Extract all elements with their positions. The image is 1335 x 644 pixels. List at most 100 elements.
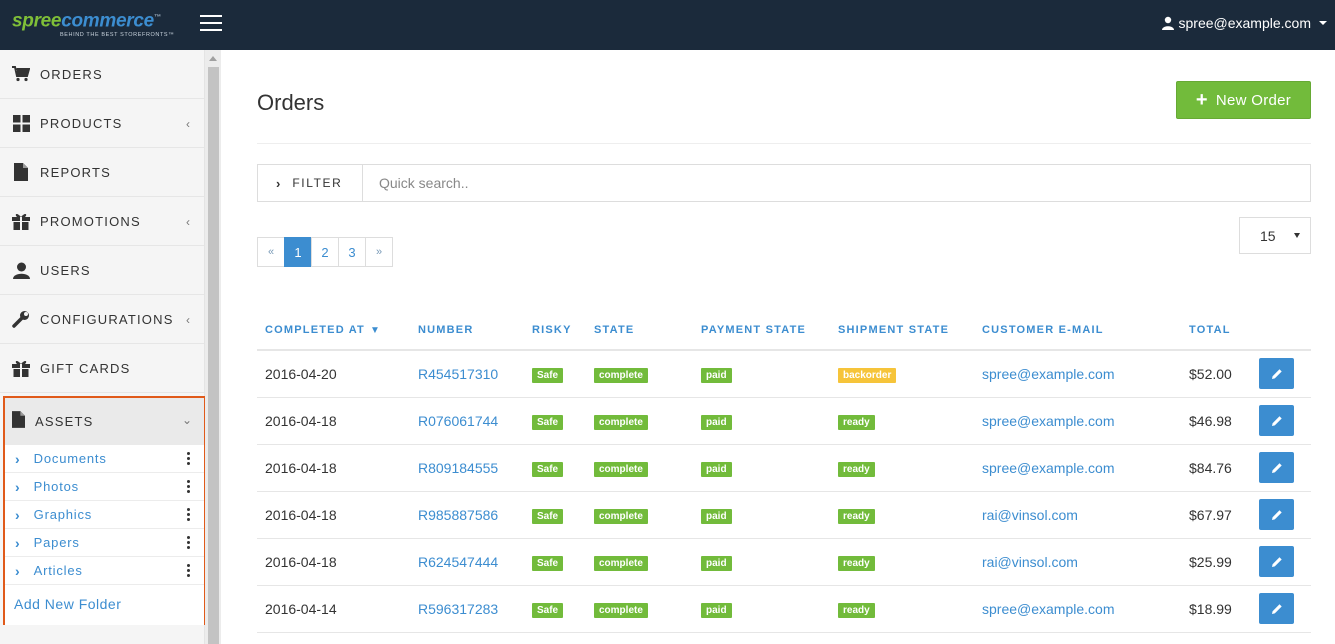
customer-email-link[interactable]: rai@vinsol.com [982, 554, 1078, 570]
quick-search-input[interactable] [363, 165, 1310, 201]
risky-cell: Safe [524, 397, 586, 445]
kebab-menu-icon[interactable] [187, 452, 190, 467]
chevron-right-icon: › [15, 478, 20, 495]
pencil-icon [1271, 509, 1282, 520]
edit-order-button[interactable] [1259, 499, 1294, 530]
orders-table: COMPLETED AT ▼ NUMBER RISKY STATE PAYMENT… [257, 310, 1311, 633]
state-cell: complete [586, 350, 693, 398]
risky-badge: Safe [532, 555, 564, 571]
kebab-menu-icon[interactable] [187, 564, 190, 579]
customer-email-link[interactable]: spree@example.com [982, 366, 1115, 382]
user-menu[interactable]: spree@example.com [1161, 15, 1327, 31]
customer-email-link[interactable]: spree@example.com [982, 601, 1115, 617]
payment-state-badge: paid [701, 461, 732, 477]
chevron-left-icon: ‹ [186, 215, 190, 229]
order-number-link[interactable]: R809184555 [418, 460, 498, 476]
completed-at-cell: 2016-04-18 [257, 397, 410, 445]
column-header-total[interactable]: TOTAL [1181, 310, 1251, 351]
edit-order-button[interactable] [1259, 358, 1294, 390]
folder-item-papers[interactable]: › Papers [5, 529, 204, 557]
edit-order-button[interactable] [1259, 546, 1294, 577]
payment-state-cell: paid [693, 491, 830, 539]
hamburger-menu-icon[interactable] [200, 15, 222, 32]
folder-item-graphics[interactable]: › Graphics [5, 501, 204, 529]
pagination-page-1[interactable]: 1 [284, 237, 312, 267]
filter-label: FILTER [292, 176, 343, 190]
edit-order-button[interactable] [1259, 405, 1294, 436]
folder-item-documents[interactable]: › Documents [5, 445, 204, 473]
payment-state-badge: paid [701, 602, 732, 618]
filter-toggle-button[interactable]: › FILTER [258, 165, 363, 201]
risky-badge: Safe [532, 508, 564, 524]
sidebar-item-assets[interactable]: ASSETS ⌄ [5, 398, 204, 445]
shipment-state-cell: ready [830, 444, 974, 492]
order-total: $25.99 [1189, 553, 1232, 570]
caret-down-icon [1319, 21, 1327, 25]
risky-badge: Safe [532, 602, 564, 618]
edit-order-button[interactable] [1259, 452, 1294, 483]
sidebar-item-configurations[interactable]: CONFIGURATIONS ‹ [0, 295, 204, 344]
order-number-link[interactable]: R596317283 [418, 601, 498, 617]
sidebar-scrollbar[interactable] [205, 50, 221, 644]
number-cell: R596317283 [410, 585, 524, 633]
payment-state-cell: paid [693, 538, 830, 586]
column-header-completed-at[interactable]: COMPLETED AT ▼ [257, 310, 410, 351]
number-cell: R809184555 [410, 444, 524, 492]
column-header-label: COMPLETED AT [265, 323, 365, 336]
folder-label: Graphics [33, 507, 93, 522]
kebab-menu-icon[interactable] [187, 536, 190, 551]
scroll-up-arrow-icon[interactable] [209, 56, 217, 61]
order-number-link[interactable]: R985887586 [418, 507, 498, 523]
kebab-menu-icon[interactable] [187, 508, 190, 523]
shipment-state-badge: backorder [838, 367, 897, 383]
pencil-icon [1271, 603, 1282, 614]
order-number-link[interactable]: R076061744 [418, 413, 498, 429]
per-page-select[interactable]: 15 [1239, 217, 1311, 254]
pagination-page-2[interactable]: 2 [311, 237, 339, 267]
table-row: 2016-04-18 R624547444 Safe complete paid… [257, 538, 1311, 586]
state-cell: complete [586, 585, 693, 633]
sidebar-item-products[interactable]: PRODUCTS ‹ [0, 99, 204, 148]
column-header-risky[interactable]: RISKY [524, 310, 586, 351]
customer-email-link[interactable]: rai@vinsol.com [982, 507, 1078, 523]
folder-label: Papers [33, 535, 80, 550]
edit-order-button[interactable] [1259, 593, 1294, 624]
column-header-actions [1251, 310, 1311, 351]
customer-email-cell: spree@example.com [974, 585, 1181, 633]
kebab-menu-icon[interactable] [187, 480, 190, 495]
sidebar-item-gift-cards[interactable]: GIFT CARDS [0, 344, 204, 393]
sidebar-item-reports[interactable]: REPORTS [0, 148, 204, 197]
pencil-icon [1271, 415, 1282, 426]
pagination-prev[interactable]: « [257, 237, 285, 267]
order-number-link[interactable]: R624547444 [418, 554, 498, 570]
column-header-payment-state[interactable]: PAYMENT STATE [693, 310, 830, 351]
column-header-shipment-state[interactable]: SHIPMENT STATE [830, 310, 974, 351]
actions-cell [1251, 585, 1311, 633]
column-header-number[interactable]: NUMBER [410, 310, 524, 351]
customer-email-link[interactable]: spree@example.com [982, 413, 1115, 429]
completed-at: 2016-04-18 [265, 553, 337, 570]
logo-text-spree: spree [12, 10, 62, 32]
sidebar-item-orders[interactable]: ORDERS [0, 50, 204, 99]
logo-tagline: BEHIND THE BEST STOREFRONTS™ [60, 32, 175, 39]
add-new-folder-link[interactable]: Add New Folder [5, 585, 204, 625]
file-icon [12, 163, 30, 181]
folder-label: Documents [33, 451, 107, 466]
sidebar-item-users[interactable]: USERS [0, 246, 204, 295]
column-header-state[interactable]: STATE [586, 310, 693, 351]
pagination-page-3[interactable]: 3 [338, 237, 366, 267]
column-header-customer-email[interactable]: CUSTOMER E-MAIL [974, 310, 1181, 351]
sidebar-item-promotions[interactable]: PROMOTIONS ‹ [0, 197, 204, 246]
pagination-next[interactable]: » [365, 237, 393, 267]
gift-icon [12, 212, 30, 230]
spree-logo[interactable]: spreecommerce™ BEHIND THE BEST STOREFRON… [12, 8, 175, 39]
payment-state-badge: paid [701, 555, 732, 571]
scrollbar-thumb[interactable] [208, 67, 219, 644]
customer-email-cell: spree@example.com [974, 350, 1181, 398]
customer-email-link[interactable]: spree@example.com [982, 460, 1115, 476]
folder-item-articles[interactable]: › Articles [5, 557, 204, 585]
new-order-button[interactable]: + New Order [1176, 81, 1311, 119]
folder-item-photos[interactable]: › Photos [5, 473, 204, 501]
order-number-link[interactable]: R454517310 [418, 366, 498, 382]
state-cell: complete [586, 397, 693, 445]
